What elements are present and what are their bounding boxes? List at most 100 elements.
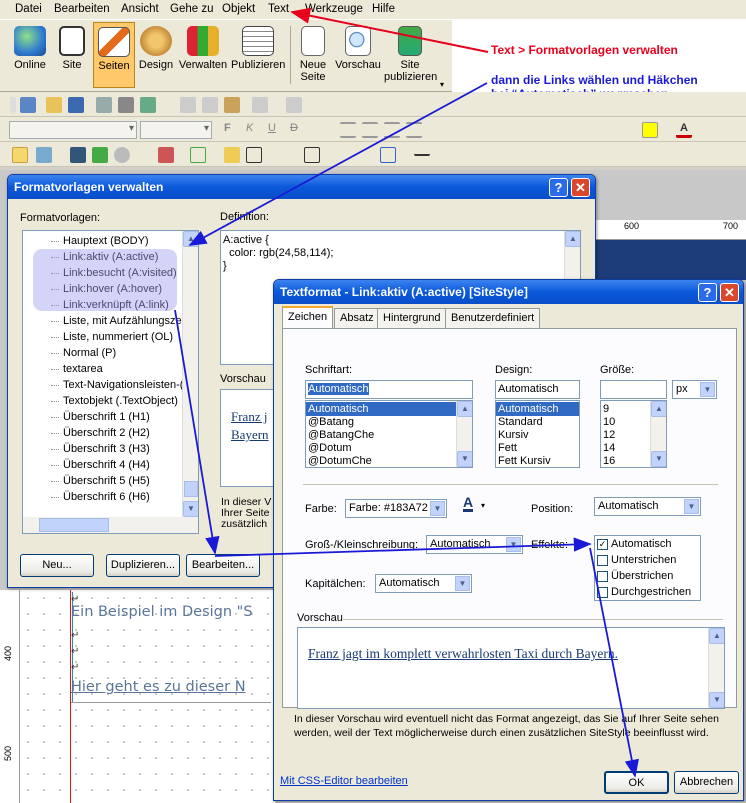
close-button[interactable]: ✕ xyxy=(720,283,739,302)
tab-benutzerdefiniert[interactable]: Benutzerdefiniert xyxy=(445,308,541,328)
menu-werkzeuge[interactable]: Werkzeuge xyxy=(305,3,363,15)
align-center-icon[interactable] xyxy=(362,122,378,138)
checkbox[interactable] xyxy=(597,555,608,566)
font-list-item[interactable]: @Dotum xyxy=(306,441,472,455)
font-list-item[interactable]: @Batang xyxy=(306,415,472,429)
design-list-item[interactable]: Automatisch xyxy=(496,402,579,416)
new-button[interactable]: Neu... xyxy=(20,554,94,577)
paste-icon[interactable] xyxy=(224,97,240,113)
style-list-item[interactable]: Liste, mit Aufzählungszei xyxy=(23,313,198,329)
menu-objekt[interactable]: Objekt xyxy=(222,3,255,15)
tab-absatz[interactable]: Absatz xyxy=(334,308,380,328)
highlight-icon[interactable] xyxy=(642,122,658,138)
help-button[interactable]: ? xyxy=(698,283,717,302)
zoom-tool-icon[interactable] xyxy=(36,147,52,163)
size-list-vscroll[interactable]: ▲ ▼ xyxy=(650,401,666,467)
style-list-item[interactable]: Textobjekt (.TextObject) xyxy=(23,393,198,409)
text-tool-icon[interactable] xyxy=(70,147,86,163)
table-tool-icon[interactable] xyxy=(190,147,206,163)
font-combo[interactable] xyxy=(9,121,137,139)
menu-text[interactable]: Text xyxy=(268,3,289,15)
styles-list-hscroll[interactable] xyxy=(23,517,198,533)
align-left-icon[interactable] xyxy=(340,122,356,138)
online-button[interactable]: Online xyxy=(8,22,52,88)
chevron-down-icon[interactable]: ▾ xyxy=(481,501,485,510)
underline-button[interactable]: U xyxy=(268,122,284,138)
edit-button[interactable]: Bearbeiten... xyxy=(186,554,260,577)
image-tool-icon[interactable] xyxy=(92,147,108,163)
bold-button[interactable]: F xyxy=(224,122,240,138)
style-list-item[interactable]: Überschrift 6 (H6) xyxy=(23,489,198,505)
font-list-item[interactable]: @BatangChe xyxy=(306,428,472,442)
menu-datei[interactable]: Datei xyxy=(15,3,42,15)
unit-select[interactable]: px ▼ xyxy=(672,380,717,399)
close-button[interactable]: ✕ xyxy=(571,178,590,197)
design-list-item[interactable]: Fett Kursiv xyxy=(496,454,579,467)
style-list-item[interactable]: Hauptext (BODY) xyxy=(23,233,198,249)
nav-tool-icon[interactable] xyxy=(158,147,174,163)
menu-hilfe[interactable]: Hilfe xyxy=(372,3,395,15)
font-color-icon[interactable]: A xyxy=(676,122,692,138)
manage-button[interactable]: Verwalten xyxy=(177,22,229,88)
font-list-vscroll[interactable]: ▲ ▼ xyxy=(456,401,472,467)
cancel-button[interactable]: Abbrechen xyxy=(674,771,739,794)
italic-button[interactable]: K xyxy=(246,122,262,138)
font-list[interactable]: Automatisch @Batang @BatangChe @Dotum @Dotum… xyxy=(305,400,473,468)
ok-button[interactable]: OK xyxy=(604,771,669,794)
checkbox[interactable] xyxy=(597,587,608,598)
style-list-item[interactable]: Überschrift 1 (H1) xyxy=(23,409,198,425)
design-button[interactable]: Design xyxy=(137,22,175,88)
size-input[interactable] xyxy=(600,380,667,399)
page-canvas[interactable]: ↵ Ein Beispiel im Design "S ↵ ↵ ↵ Hier g… xyxy=(20,590,275,803)
style-list-item[interactable]: Liste, nummeriert (OL) xyxy=(23,329,198,345)
preview-button[interactable]: Vorschau xyxy=(334,22,382,88)
duplicate-button[interactable]: Duplizieren... xyxy=(106,554,180,577)
design-list-item[interactable]: Kursiv xyxy=(496,428,579,442)
style-list-item[interactable]: Überschrift 5 (H5) xyxy=(23,473,198,489)
hscroll-thumb[interactable] xyxy=(39,518,109,532)
open-icon[interactable] xyxy=(46,97,62,113)
smallcaps-select[interactable]: Automatisch ▼ xyxy=(375,574,472,593)
design-list-item[interactable]: Fett xyxy=(496,441,579,455)
size-list[interactable]: 9 10 12 14 16 ▲ ▼ xyxy=(600,400,667,468)
styles-list[interactable]: Hauptext (BODY) Link:aktiv (A:active) Link… xyxy=(22,230,199,534)
case-select[interactable]: Automatisch ▼ xyxy=(426,535,523,554)
menu-ansicht[interactable]: Ansicht xyxy=(121,3,159,15)
copy-icon[interactable] xyxy=(202,97,218,113)
preview-vscroll[interactable]: ▲ ▼ xyxy=(708,628,724,708)
toolbar-overflow-icon[interactable]: ▾ xyxy=(440,80,444,89)
preview-small-icon[interactable] xyxy=(96,97,112,113)
css-editor-link[interactable]: Mit CSS-Editor bearbeiten xyxy=(280,775,408,787)
editor-text-line2[interactable]: Hier geht es zu dieser N xyxy=(71,679,246,695)
layout-tool-icon[interactable] xyxy=(224,147,240,163)
rectangle-tool-icon[interactable] xyxy=(380,147,396,163)
style-list-item[interactable]: Text-Navigationsleisten-( xyxy=(23,377,198,393)
pages-button[interactable]: Seiten xyxy=(93,22,135,88)
pointer-tool-icon[interactable] xyxy=(12,147,28,163)
design-list[interactable]: Automatisch Standard Kursiv Fett Fett Kursiv xyxy=(495,400,580,468)
strike-button[interactable]: D xyxy=(290,122,306,138)
help-button[interactable]: ? xyxy=(549,178,568,197)
color-select[interactable]: Farbe: #183A72 ▼ xyxy=(345,499,447,518)
print-icon[interactable] xyxy=(118,97,134,113)
undo-icon[interactable] xyxy=(252,97,268,113)
redo-icon[interactable] xyxy=(286,97,302,113)
font-list-item[interactable]: Automatisch xyxy=(306,402,472,416)
style-list-item[interactable]: Überschrift 4 (H4) xyxy=(23,457,198,473)
site-publish-button[interactable]: Site publizieren xyxy=(384,22,437,88)
design-list-item[interactable]: Standard xyxy=(496,415,579,429)
styles-list-vscroll[interactable]: ▲ ▼ xyxy=(182,231,198,517)
position-select[interactable]: Automatisch ▼ xyxy=(594,497,701,516)
publish-button[interactable]: Publizieren xyxy=(231,22,285,88)
justify-icon[interactable] xyxy=(406,122,422,138)
editor-text-line1[interactable]: Ein Beispiel im Design "S xyxy=(71,604,253,620)
style-list-item[interactable]: Überschrift 2 (H2) xyxy=(23,425,198,441)
size-combo[interactable] xyxy=(140,121,212,139)
align-right-icon[interactable] xyxy=(384,122,400,138)
form-tool-icon[interactable] xyxy=(114,147,130,163)
tab-hintergrund[interactable]: Hintergrund xyxy=(377,308,447,328)
font-list-item[interactable]: @DotumChe xyxy=(306,454,472,467)
new-icon[interactable] xyxy=(20,97,36,113)
line-tool-icon[interactable] xyxy=(414,147,430,156)
style-list-item[interactable]: Normal (P) xyxy=(23,345,198,361)
